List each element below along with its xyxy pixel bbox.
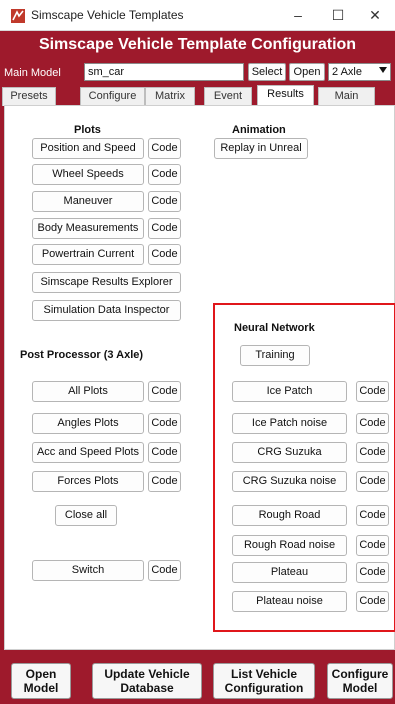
body-measurements-code-button[interactable]: Code [148,218,181,239]
maneuver-button[interactable]: Maneuver [32,191,144,212]
maximize-button[interactable]: ☐ [318,4,358,26]
angles-plots-button[interactable]: Angles Plots [32,413,144,434]
simulation-data-inspector-button[interactable]: Simulation Data Inspector [32,300,181,321]
simscape-app-icon [11,9,25,23]
wheel-speeds-button[interactable]: Wheel Speeds [32,164,144,185]
main-model-field[interactable]: sm_car [84,63,244,81]
acc-speed-plots-button[interactable]: Acc and Speed Plots [32,442,144,463]
plots-heading: Plots [74,124,101,136]
ice-patch-code-button[interactable]: Code [356,381,389,402]
tab-matrix[interactable]: Matrix [145,87,195,106]
all-plots-code-button[interactable]: Code [148,381,181,402]
powertrain-current-code-button[interactable]: Code [148,244,181,265]
update-vehicle-database-button[interactable]: Update Vehicle Database [92,663,202,699]
axle-dropdown[interactable]: 2 Axle [328,63,391,81]
rough-road-button[interactable]: Rough Road [232,505,347,526]
ice-patch-noise-button[interactable]: Ice Patch noise [232,413,347,434]
rough-road-noise-button[interactable]: Rough Road noise [232,535,347,556]
acc-speed-plots-code-button[interactable]: Code [148,442,181,463]
switch-code-button[interactable]: Code [148,560,181,581]
ice-patch-button[interactable]: Ice Patch [232,381,347,402]
plateau-noise-code-button[interactable]: Code [356,591,389,612]
animation-heading: Animation [232,124,286,136]
maneuver-code-button[interactable]: Code [148,191,181,212]
switch-button[interactable]: Switch [32,560,144,581]
powertrain-current-button[interactable]: Powertrain Current [32,244,144,265]
neural-network-heading: Neural Network [234,322,315,334]
training-button[interactable]: Training [240,345,310,366]
plateau-button[interactable]: Plateau [232,562,347,583]
post-processor-heading: Post Processor (3 Axle) [20,349,144,361]
configure-model-button[interactable]: Configure Model [327,663,393,699]
body-measurements-button[interactable]: Body Measurements [32,218,144,239]
crg-suzuka-button[interactable]: CRG Suzuka [232,442,347,463]
close-button[interactable]: ✕ [355,4,395,26]
position-speed-code-button[interactable]: Code [148,138,181,159]
crg-suzuka-noise-code-button[interactable]: Code [356,471,389,492]
position-speed-button[interactable]: Position and Speed [32,138,144,159]
rough-road-noise-code-button[interactable]: Code [356,535,389,556]
minimize-button[interactable]: – [278,4,318,26]
crg-suzuka-code-button[interactable]: Code [356,442,389,463]
tab-configure[interactable]: Configure [80,87,145,106]
open-model-bottom-button[interactable]: Open Model [11,663,71,699]
tab-results[interactable]: Results [257,85,314,106]
ice-patch-noise-code-button[interactable]: Code [356,413,389,434]
simscape-results-explorer-button[interactable]: Simscape Results Explorer [32,272,181,293]
chevron-down-icon [379,67,387,73]
replay-in-unreal-button[interactable]: Replay in Unreal [214,138,308,159]
select-model-button[interactable]: Select [248,63,286,81]
tab-event[interactable]: Event [204,87,252,106]
all-plots-button[interactable]: All Plots [32,381,144,402]
plateau-noise-button[interactable]: Plateau noise [232,591,347,612]
tab-presets[interactable]: Presets [2,87,56,106]
rough-road-code-button[interactable]: Code [356,505,389,526]
forces-plots-code-button[interactable]: Code [148,471,181,492]
main-model-label: Main Model [4,67,61,79]
wheel-speeds-code-button[interactable]: Code [148,164,181,185]
axle-dropdown-value: 2 Axle [332,66,362,78]
crg-suzuka-noise-button[interactable]: CRG Suzuka noise [232,471,347,492]
forces-plots-button[interactable]: Forces Plots [32,471,144,492]
window-title: Simscape Vehicle Templates [31,8,184,22]
list-vehicle-configuration-button[interactable]: List Vehicle Configuration [213,663,315,699]
open-model-button[interactable]: Open [289,63,325,81]
app-header-title: Simscape Vehicle Template Configuration [38,36,357,53]
tab-strip: Presets Configure Matrix Event Results M… [0,85,395,106]
tab-main[interactable]: Main [318,87,375,106]
plateau-code-button[interactable]: Code [356,562,389,583]
angles-plots-code-button[interactable]: Code [148,413,181,434]
close-all-button[interactable]: Close all [55,505,117,526]
